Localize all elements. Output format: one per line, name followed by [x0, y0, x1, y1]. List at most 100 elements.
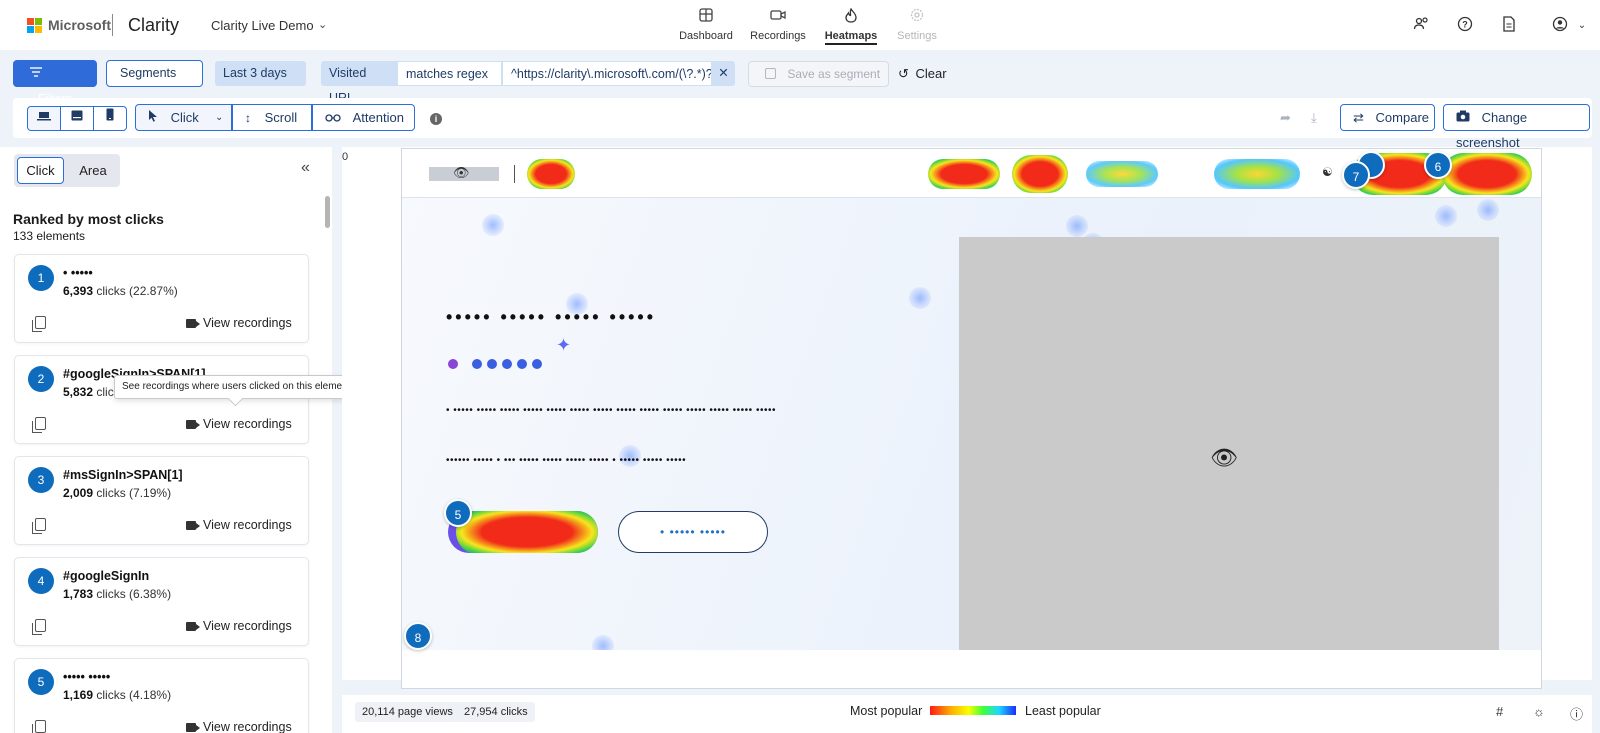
change-screenshot-button[interactable]: Change screenshot [1443, 104, 1590, 150]
view-recordings-link[interactable]: View recordings [186, 720, 292, 733]
compare-button[interactable]: ⇄ Compare [1340, 104, 1435, 131]
heat-spot [1086, 161, 1158, 187]
click-marker-7[interactable]: 7 [1342, 161, 1370, 189]
copy-icon[interactable] [32, 518, 46, 534]
heat-spot [456, 511, 598, 553]
save-segment-button[interactable]: Save as segment [748, 61, 889, 87]
copy-icon[interactable] [32, 316, 46, 332]
masked-image [959, 237, 1499, 650]
download-icon[interactable]: ⤓ [1311, 110, 1317, 126]
glasses-icon [325, 110, 341, 125]
url-regex-input[interactable]: ^https://clarity\.microsoft\.com/(\?.*)?… [502, 61, 712, 86]
nav-recordings-label: Recordings [750, 30, 806, 42]
attention-label: Attention [352, 110, 404, 125]
view-recordings-link[interactable]: View recordings [186, 417, 292, 431]
hash-toggle-icon[interactable]: # [1496, 704, 1503, 719]
info-icon[interactable]: i [430, 113, 442, 125]
device-desktop-button[interactable] [27, 106, 61, 131]
svg-text:?: ? [1462, 20, 1468, 30]
document-icon[interactable] [1499, 16, 1519, 36]
click-share: clicks (7.19%) [96, 486, 172, 500]
brightness-icon[interactable]: ☼ [1533, 704, 1545, 719]
remove-filter-icon[interactable]: ✕ [712, 61, 735, 86]
users-icon: ☯ [1322, 165, 1333, 179]
heatmap-page-screenshot[interactable]: 👁 ☯ 7 6 👁 ••••• ••••• ••••• ••••• ✦ • ••… [401, 148, 1542, 689]
tab-area[interactable]: Area [68, 157, 118, 184]
device-mobile-button[interactable] [93, 106, 127, 131]
filters-button[interactable]: Filters [13, 60, 97, 106]
heat-dot [482, 214, 504, 236]
microsoft-wordmark: Microsoft [48, 17, 111, 33]
url-operator-dropdown[interactable]: matches regex ⌄ [397, 61, 502, 106]
ranked-item-2[interactable]: 2 #googleSignIn>SPAN[1] 5,832 clicks (20… [14, 355, 309, 444]
share-icon[interactable]: ➦ [1280, 110, 1291, 126]
panel-scrollbar[interactable] [325, 196, 330, 228]
segments-dropdown[interactable]: Segments ⌄ [106, 60, 203, 105]
clear-label: Clear [915, 66, 947, 81]
page-footer [402, 650, 1541, 688]
secondary-cta-button[interactable]: • ••••• ••••• [618, 511, 768, 553]
video-icon [186, 723, 200, 732]
view-recordings-link[interactable]: View recordings [186, 518, 292, 532]
scroll-icon: ↕ [245, 111, 251, 125]
click-share: clicks (6.38%) [96, 587, 172, 601]
filter-icon [30, 61, 42, 86]
info-icon[interactable]: ⓘ [1570, 704, 1583, 723]
ranked-item-3[interactable]: 3 #msSignIn>SPAN[1] 2,009 clicks (7.19%)… [14, 456, 309, 545]
share-users-icon[interactable] [1411, 16, 1431, 36]
ranked-item-5[interactable]: 5 ••••• ••••• 1,169 clicks (4.18%) View … [14, 658, 309, 733]
nav-dashboard[interactable]: Dashboard [666, 8, 746, 42]
copy-icon[interactable] [32, 417, 46, 433]
click-marker-6[interactable]: 6 [1424, 151, 1452, 179]
ranked-item-1[interactable]: 1 • ••••• 6,393 clicks (22.87%) View rec… [14, 254, 309, 343]
heat-dot [1477, 199, 1499, 221]
operator-label: matches regex [406, 67, 488, 81]
mode-scroll-button[interactable]: ↕ Scroll [232, 104, 312, 131]
element-selector: #googleSignIn [63, 569, 150, 583]
tab-click[interactable]: Click [17, 157, 64, 184]
view-recordings-link[interactable]: View recordings [186, 619, 292, 633]
click-share: clicks (4.18%) [96, 688, 172, 702]
collapse-panel-icon[interactable]: « [301, 159, 310, 177]
project-selector[interactable]: Clarity Live Demo [211, 18, 314, 33]
nav-recordings[interactable]: Recordings [738, 8, 818, 42]
chevron-down-icon[interactable]: ⌄ [318, 18, 327, 31]
view-recordings-label: View recordings [203, 316, 292, 330]
url-filter-field[interactable]: Visited URL [321, 61, 397, 105]
gear-icon [877, 8, 957, 26]
microsoft-logo-icon [27, 18, 42, 33]
header-divider [514, 165, 515, 183]
mode-click-button[interactable]: Click ⌄ [135, 104, 232, 131]
rank-badge: 5 [28, 669, 54, 695]
product-name[interactable]: Clarity [128, 15, 179, 36]
click-stats: 6,393 clicks (22.87%) [63, 284, 178, 298]
account-chevron-icon[interactable]: ⌄ [1572, 16, 1592, 36]
date-range-dropdown[interactable]: Last 3 days ⌄ [215, 61, 306, 105]
account-icon[interactable] [1550, 16, 1570, 36]
click-stats: 1,169 clicks (4.18%) [63, 688, 171, 702]
click-marker-5[interactable]: 5 [444, 499, 472, 527]
clear-button[interactable]: ↺ Clear [898, 66, 947, 82]
click-marker-8[interactable]: 8 [404, 622, 432, 650]
ranked-item-4[interactable]: 4 #googleSignIn 1,783 clicks (6.38%) Vie… [14, 557, 309, 646]
view-recordings-label: View recordings [203, 619, 292, 633]
rank-badge: 3 [28, 467, 54, 493]
device-tablet-button[interactable] [60, 106, 94, 131]
cursor-icon [148, 110, 158, 125]
element-count: 133 elements [13, 229, 86, 243]
copy-icon[interactable] [32, 619, 46, 635]
element-selector: ••••• ••••• [63, 670, 111, 684]
scroll-label: Scroll [264, 110, 298, 125]
heat-dot [909, 287, 931, 309]
scroll-offset: 0 [342, 151, 349, 163]
click-count: 2,009 [63, 486, 94, 500]
copy-icon[interactable] [32, 720, 46, 733]
help-icon[interactable]: ? [1455, 16, 1475, 36]
heat-spot [928, 159, 1000, 189]
nav-settings[interactable]: Settings [877, 8, 957, 42]
view-recordings-label: View recordings [203, 720, 292, 733]
view-recordings-link[interactable]: View recordings [186, 316, 292, 330]
heat-spot [1012, 155, 1068, 193]
mode-attention-button[interactable]: Attention [312, 104, 415, 131]
video-icon [186, 420, 200, 429]
